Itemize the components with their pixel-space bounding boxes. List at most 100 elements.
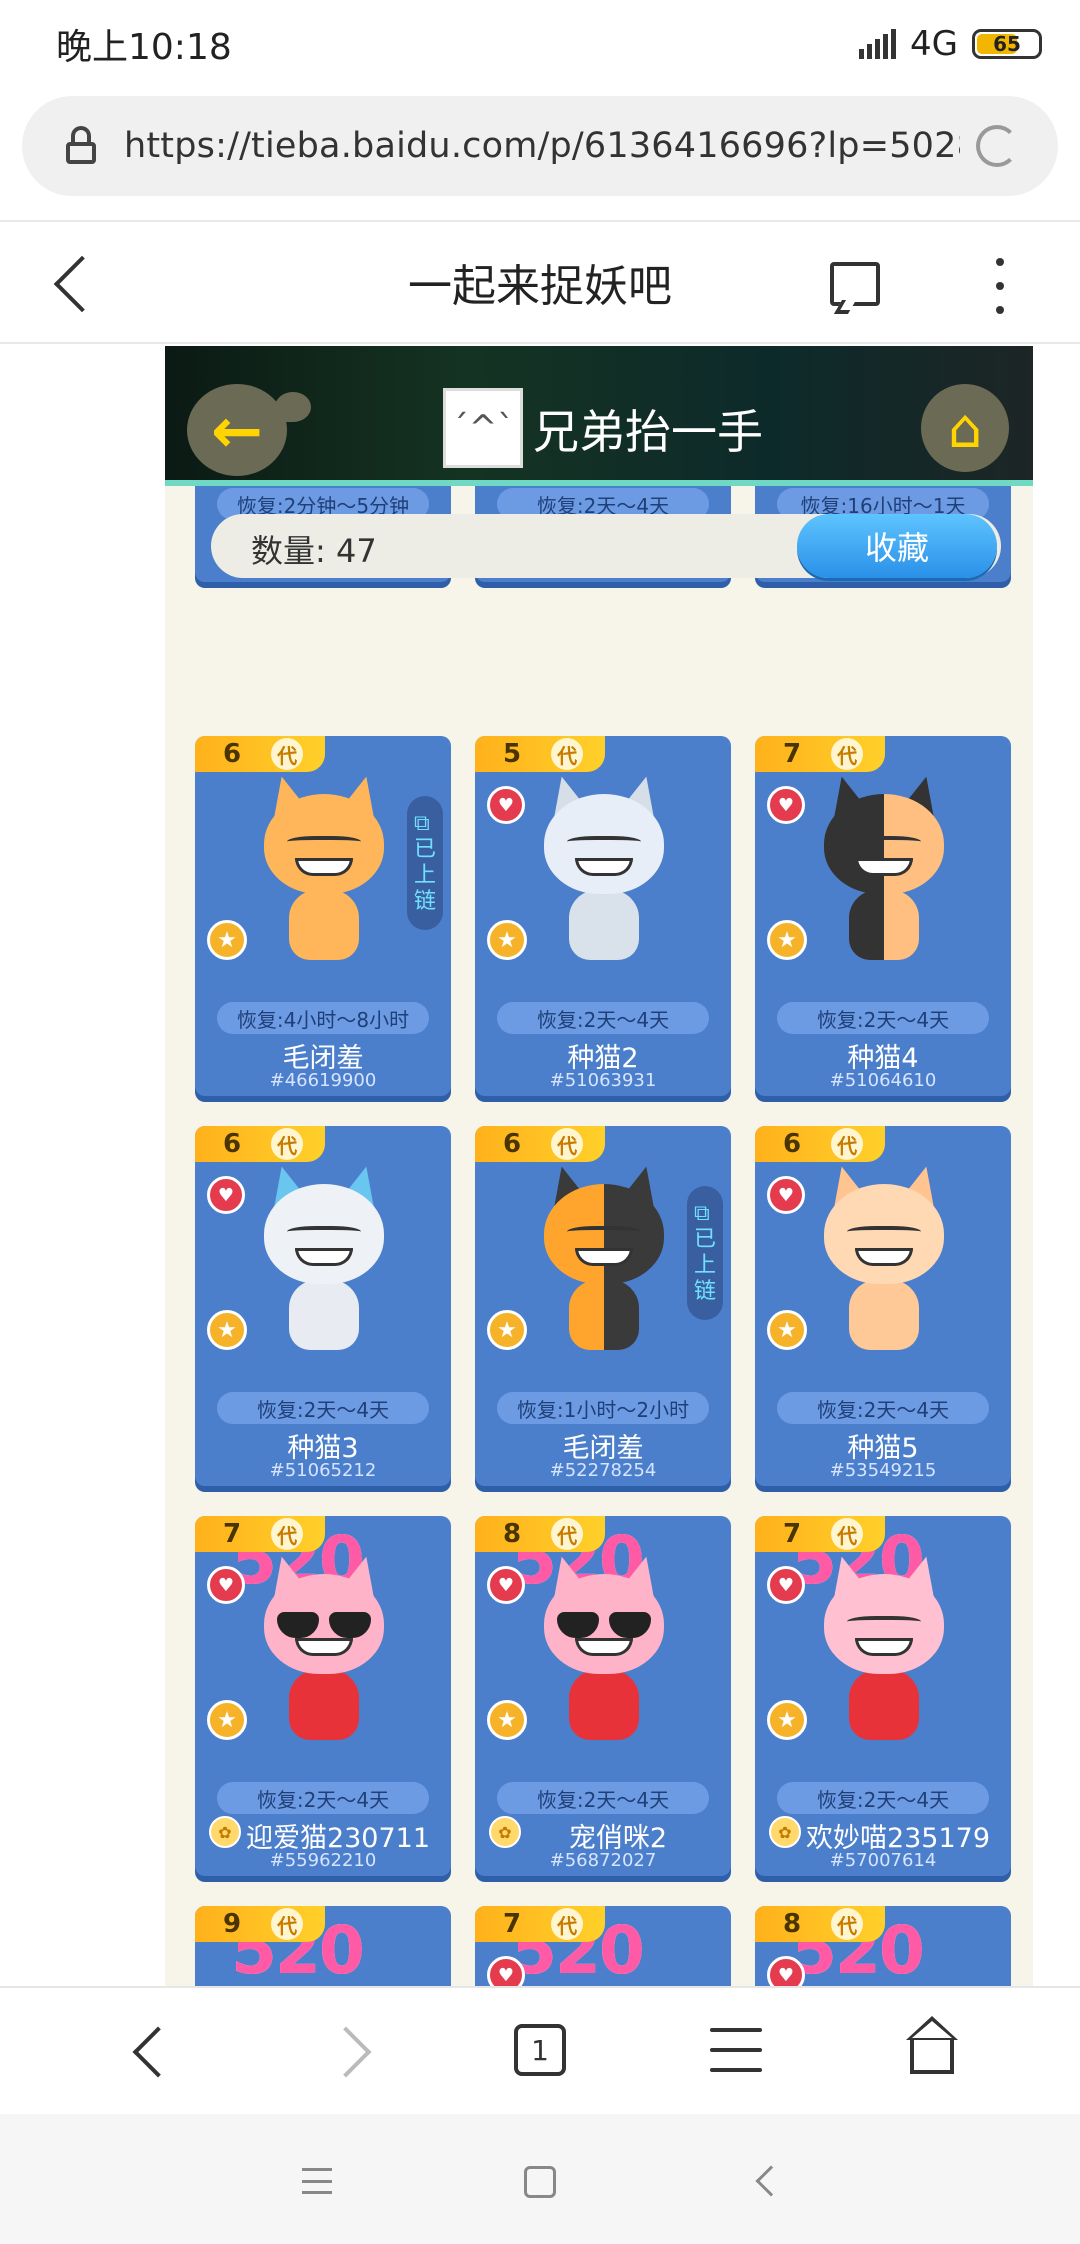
pet-card: 6 代 ♥ ★ 恢复:2天～4天 种猫5 #53549215 bbox=[755, 1126, 1011, 1486]
generation-tag: 8代 bbox=[755, 1906, 885, 1942]
system-back-icon[interactable] bbox=[755, 2165, 787, 2197]
generation-label: 代 bbox=[831, 738, 864, 770]
game-home-icon: ⌂ bbox=[921, 384, 1009, 472]
pet-card: 520 7 代 ♥ bbox=[475, 1906, 731, 1986]
pet-id: #56872027 bbox=[549, 1850, 657, 1871]
generation-label: 代 bbox=[551, 1128, 584, 1160]
generation-label: 代 bbox=[271, 738, 304, 770]
game-title: 兄弟抬一手 bbox=[533, 405, 763, 459]
refresh-icon[interactable] bbox=[976, 125, 1018, 167]
system-home-icon[interactable] bbox=[524, 2166, 556, 2198]
cat-figure bbox=[539, 1551, 669, 1756]
heart-icon: ♥ bbox=[767, 1176, 805, 1214]
generation-number: 9 bbox=[223, 1909, 242, 1939]
heart-icon: ♥ bbox=[207, 1566, 245, 1604]
game-back-icon: ← bbox=[187, 384, 311, 476]
pet-card: 6代 ★ ⧉ 已上链恢复:1小时～2小时 毛闭羞 #52278254 bbox=[475, 1126, 731, 1486]
lock-icon bbox=[64, 126, 98, 166]
pet-card: 520 8 代 ♥ ★ 恢复:2天～4天 ✿ 宠俏咪2 #56872027 bbox=[475, 1516, 731, 1876]
favorite-button: 收藏 bbox=[797, 514, 997, 578]
pet-id: #51065212 bbox=[269, 1460, 377, 1481]
game-screenshot: 恢复:2分钟～5分钟美卖#22025887恢复:2天～4天趣乐猫147929#3… bbox=[165, 346, 1033, 1986]
star-icon: ★ bbox=[207, 920, 247, 960]
pet-id: #53549215 bbox=[829, 1460, 937, 1481]
star-icon: ★ bbox=[207, 1310, 247, 1350]
generation-number: 6 bbox=[223, 739, 242, 769]
pet-id: #51063931 bbox=[549, 1070, 657, 1091]
recents-icon[interactable] bbox=[302, 2168, 332, 2194]
nav-forward-icon[interactable] bbox=[320, 2026, 372, 2078]
recovery-time: 恢复:2天～4天 bbox=[497, 1002, 709, 1034]
pet-card: 520 7 代 ♥ ★ 恢复:2天～4天 ✿ 迎爱猫230711 #55962210 bbox=[195, 1516, 451, 1876]
star-icon: ★ bbox=[487, 1310, 527, 1350]
pet-card: 520 8 代 ♥ bbox=[755, 1906, 1011, 1986]
generation-number: 7 bbox=[783, 739, 802, 769]
heart-icon: ♥ bbox=[487, 1566, 525, 1604]
menu-icon[interactable] bbox=[710, 2028, 762, 2072]
browser-toolbar: 1 bbox=[0, 1986, 1080, 2114]
recovery-time: 恢复:2天～4天 bbox=[217, 1392, 429, 1424]
heart-icon: ♥ bbox=[767, 786, 805, 824]
generation-number: 8 bbox=[783, 1909, 802, 1939]
generation-number: 7 bbox=[783, 1519, 802, 1549]
heart-icon: ♥ bbox=[487, 786, 525, 824]
generation-number: 8 bbox=[503, 1519, 522, 1549]
pet-id: #55962210 bbox=[269, 1850, 377, 1871]
more-icon[interactable] bbox=[996, 258, 1004, 314]
recovery-time: 恢复:2天～4天 bbox=[217, 1782, 429, 1814]
nav-back-icon[interactable] bbox=[132, 2026, 184, 2078]
star-icon: ★ bbox=[767, 1700, 807, 1740]
cat-figure bbox=[819, 1161, 949, 1366]
status-time: 晚上10:18 bbox=[56, 27, 232, 68]
page-title: 一起来捉妖吧 bbox=[408, 261, 672, 312]
generation-label: 代 bbox=[271, 1128, 304, 1160]
generation-tag: 8代 bbox=[475, 1516, 605, 1552]
pet-id: #57007614 bbox=[829, 1850, 937, 1871]
heart-icon: ♥ bbox=[487, 1956, 525, 1986]
home-icon[interactable] bbox=[906, 2016, 958, 2076]
pet-card: 520 9 代 bbox=[195, 1906, 451, 1986]
signal-icon bbox=[859, 29, 897, 59]
generation-label: 代 bbox=[551, 1518, 584, 1550]
generation-tag: 7代 bbox=[755, 1516, 885, 1552]
tabs-icon[interactable]: 1 bbox=[514, 2024, 566, 2076]
pet-card: 5 代 ♥ ★ 恢复:2天～4天 种猫2 #51063931 bbox=[475, 736, 731, 1096]
pet-card: 6代 ★ ⧉ 已上链恢复:4小时～8小时 毛闭羞 #46619900 bbox=[195, 736, 451, 1096]
star-icon: ★ bbox=[487, 920, 527, 960]
heart-icon: ♥ bbox=[767, 1566, 805, 1604]
generation-tag: 6代 bbox=[195, 736, 325, 772]
cat-figure bbox=[539, 771, 669, 976]
cat-figure bbox=[539, 1161, 669, 1366]
recovery-time: 恢复:2天～4天 bbox=[777, 1782, 989, 1814]
star-icon: ★ bbox=[767, 1310, 807, 1350]
generation-label: 代 bbox=[271, 1518, 304, 1550]
generation-label: 代 bbox=[831, 1518, 864, 1550]
post-content: 恢复:2分钟～5分钟美卖#22025887恢复:2天～4天趣乐猫147929#3… bbox=[0, 346, 1080, 1986]
generation-label: 代 bbox=[831, 1908, 864, 1940]
heart-icon: ♥ bbox=[207, 1176, 245, 1214]
generation-label: 代 bbox=[271, 1908, 304, 1940]
heart-icon: ♥ bbox=[767, 1956, 805, 1986]
generation-tag: 7代 bbox=[475, 1906, 605, 1942]
pet-card: 7 代 ♥ ★ 恢复:2天～4天 种猫4 #51064610 bbox=[755, 736, 1011, 1096]
cat-figure bbox=[819, 1551, 949, 1756]
url-text[interactable]: https://tieba.baidu.com/p/6136416696?lp=… bbox=[124, 126, 960, 166]
generation-label: 代 bbox=[551, 1908, 584, 1940]
pet-id: #52278254 bbox=[549, 1460, 657, 1481]
generation-number: 7 bbox=[503, 1909, 522, 1939]
address-bar[interactable]: https://tieba.baidu.com/p/6136416696?lp=… bbox=[22, 96, 1058, 196]
generation-number: 6 bbox=[783, 1129, 802, 1159]
cat-figure bbox=[259, 1551, 389, 1756]
cat-figure bbox=[259, 771, 389, 976]
page-header: 一起来捉妖吧 bbox=[0, 220, 1080, 344]
system-nav-bar bbox=[0, 2114, 1080, 2244]
battery-level: 65 bbox=[993, 32, 1021, 56]
recovery-time: 恢复:1小时～2小时 bbox=[497, 1392, 709, 1424]
on-chain-badge: ⧉ 已上链 bbox=[407, 796, 443, 930]
pet-id: #46619900 bbox=[269, 1070, 377, 1091]
comment-icon[interactable] bbox=[830, 262, 880, 306]
star-icon: ★ bbox=[767, 920, 807, 960]
avatar: ˊ^ˋ bbox=[443, 388, 523, 468]
network-label: 4G bbox=[910, 24, 958, 64]
generation-number: 5 bbox=[503, 739, 522, 769]
